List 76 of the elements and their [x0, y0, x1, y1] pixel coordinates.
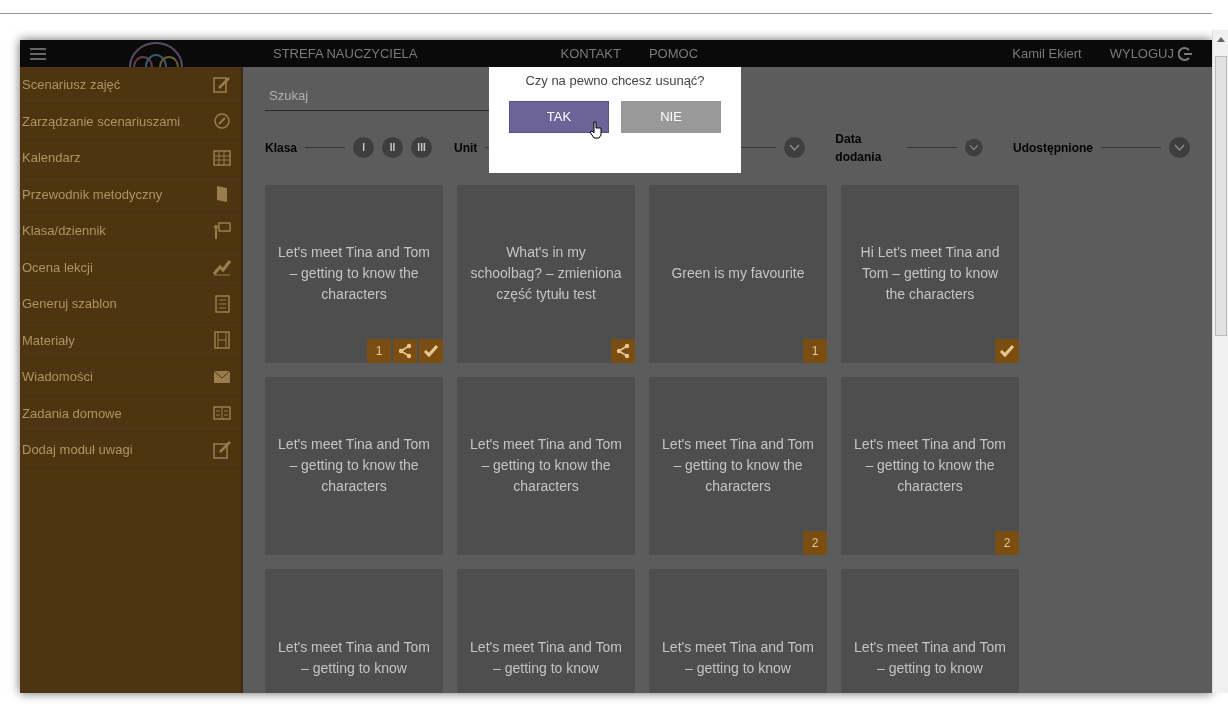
logo-icon[interactable] [126, 40, 186, 67]
scroll-up-icon[interactable] [1216, 36, 1225, 42]
scrollbar[interactable] [1212, 30, 1228, 693]
chart-icon [213, 258, 231, 277]
lesson-card[interactable]: Let's meet Tina and Tom – getting to know [649, 568, 827, 693]
card-title: Green is my favourite [671, 264, 805, 283]
lesson-card[interactable]: Let's meet Tina and Tom – getting to know [457, 568, 635, 693]
logout-link[interactable]: WYLOGUJ [1109, 43, 1192, 64]
card-title: Let's meet Tina and Tom – getting to know the characters [469, 435, 623, 496]
level-option[interactable]: I [353, 137, 375, 158]
open-book-icon [213, 404, 231, 423]
check-icon [999, 342, 1015, 359]
lesson-card[interactable]: What's in my schoolbag? – zmieniona część tytułu test [457, 184, 635, 363]
sidebar-item[interactable]: Wiadomości [20, 359, 241, 396]
card-title: Let's meet Tina and Tom – getting to know the characters [853, 435, 1007, 496]
sidebar-item[interactable]: Generuj szablon [20, 286, 241, 323]
calendar-icon [213, 148, 231, 167]
sidebar-item[interactable]: Zarządzanie scenariuszami [20, 103, 241, 140]
nav-link-text[interactable]: KONTAKT [560, 43, 621, 64]
lesson-card[interactable]: Let's meet Tina and Tom – getting to know [841, 568, 1019, 693]
sidebar-item[interactable]: Materiały [20, 322, 241, 359]
logout-icon [1178, 46, 1192, 61]
document-icon [213, 294, 231, 313]
chevron-down-icon[interactable] [965, 137, 983, 158]
share-icon [615, 342, 631, 359]
card-title: Let's meet Tina and Tom – getting to know [277, 637, 431, 678]
lesson-card[interactable]: Let's meet Tina and Tom – getting to know the characters 1 [265, 184, 443, 363]
chevron-down-icon[interactable] [784, 137, 806, 158]
lesson-card[interactable]: Let's meet Tina and Tom – getting to know the characters 2 [841, 376, 1019, 555]
count-badge: 2 [803, 530, 827, 555]
lesson-card[interactable]: Let's meet Tina and Tom – getting to know the characters [457, 376, 635, 555]
check-icon [423, 342, 439, 359]
card-title: Let's meet Tina and Tom – getting to know [469, 637, 623, 678]
film-icon [213, 331, 231, 350]
hand-cursor-icon [589, 120, 603, 139]
card-title: Let's meet Tina and Tom – getting to know the characters [277, 243, 431, 304]
sidebar-item[interactable]: Klasa/dziennik [20, 213, 241, 250]
confirm-button[interactable]: TAK [509, 100, 609, 133]
count-badge: 1 [367, 338, 391, 363]
cancel-button[interactable]: NIE [621, 100, 721, 133]
card-title: Let's meet Tina and Tom – getting to know [853, 637, 1007, 678]
share-icon [397, 342, 413, 359]
dialog-question: Czy na pewno chcesz usunąć? [524, 72, 706, 90]
sidebar-item[interactable]: Scenariusz zajęć [20, 67, 241, 104]
menu-icon[interactable] [30, 47, 46, 60]
lesson-card[interactable]: Let's meet Tina and Tom – getting to know the characters [265, 376, 443, 555]
sidebar-item[interactable]: Dodaj moduł uwagi [20, 432, 241, 469]
note-icon [213, 75, 231, 94]
sidebar-item[interactable]: Przewodnik metodyczny [20, 176, 241, 213]
card-title: Let's meet Tina and Tom – getting to know the characters [661, 435, 815, 496]
filter-label: Data dodania [835, 130, 883, 166]
lesson-card[interactable]: Green is my favourite 1 [649, 184, 827, 363]
filter-label: Unit [454, 139, 478, 157]
board-icon [213, 221, 231, 240]
card-title: Hi Let's meet Tina and Tom – getting to know the characters [859, 243, 1001, 304]
chevron-down-icon[interactable] [1169, 137, 1190, 158]
sidebar-item[interactable]: Zadania domowe [20, 395, 241, 432]
sidebar-item[interactable]: Kalendarz [20, 140, 241, 177]
card-title: Let's meet Tina and Tom – getting to know the characters [277, 435, 431, 496]
card-title: Let's meet Tina and Tom – getting to know [661, 637, 815, 678]
lesson-card[interactable]: Hi Let's meet Tina and Tom – getting to know the characters [841, 184, 1019, 363]
edit-icon [213, 440, 231, 459]
user-name[interactable]: Kamil Ekiert [1012, 43, 1082, 64]
sidebar-item[interactable]: Ocena lekcji [20, 249, 241, 286]
card-title: What's in my schoolbag? – zmieniona część tytułu test [469, 243, 623, 304]
lesson-card[interactable]: Let's meet Tina and Tom – getting to know [265, 568, 443, 693]
count-badge: 1 [803, 338, 827, 363]
lesson-card[interactable]: Let's meet Tina and Tom – getting to know the characters 2 [649, 376, 827, 555]
filter-label: Udostępnione [1013, 139, 1093, 157]
level-option[interactable]: II [382, 137, 404, 158]
count-badge: 2 [995, 530, 1019, 555]
filter-label: Klasa [265, 139, 298, 157]
level-option[interactable]: III [411, 137, 433, 158]
header-title[interactable]: STREFA NAUCZYCIELA [273, 43, 418, 64]
compass-icon [213, 112, 231, 131]
nav-link-text[interactable]: POMOC [648, 43, 699, 64]
